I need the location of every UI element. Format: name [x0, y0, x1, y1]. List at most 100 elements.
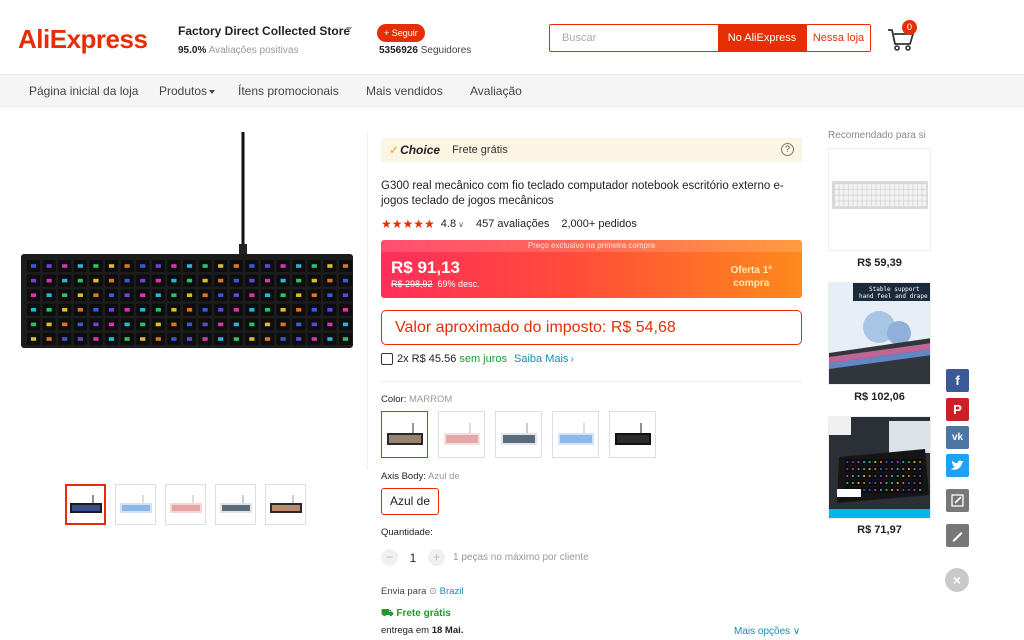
key-backlight — [280, 278, 286, 283]
recommended-item[interactable] — [828, 416, 931, 519]
color-swatch[interactable] — [609, 411, 656, 458]
key-backlight — [171, 337, 177, 341]
thumbnail[interactable] — [115, 484, 156, 525]
thumbnail[interactable] — [265, 484, 306, 525]
key-backlight — [879, 482, 882, 484]
close-icon[interactable]: × — [945, 568, 969, 592]
key-backlight — [902, 475, 905, 477]
key-backlight — [264, 293, 271, 297]
key-backlight — [863, 475, 866, 477]
key-backlight — [249, 278, 255, 283]
thumbnail[interactable] — [215, 484, 256, 525]
color-swatch[interactable] — [438, 411, 485, 458]
price-banner: Preço exclusivo na primeira compra — [381, 240, 802, 252]
key-backlight — [896, 475, 899, 477]
key-backlight — [846, 461, 849, 463]
key-backlight — [233, 337, 239, 341]
key-backlight — [896, 489, 899, 491]
keyboard-key — [839, 184, 844, 189]
nav-item-products[interactable]: Produtos — [159, 84, 216, 98]
quantity-value[interactable]: 1 — [398, 551, 428, 565]
key-backlight — [342, 264, 349, 268]
keyboard-key — [862, 189, 867, 195]
key-backlight — [919, 489, 922, 491]
thumbnail[interactable] — [165, 484, 206, 525]
chevron-down-icon[interactable]: ∨ — [458, 220, 464, 229]
key-backlight — [140, 278, 146, 283]
key-backlight — [863, 482, 866, 484]
color-swatch[interactable] — [381, 411, 428, 458]
key-backlight — [885, 468, 888, 470]
nav-item-promotions[interactable]: Ítens promocionais — [238, 84, 339, 98]
vk-share-button[interactable]: vk — [946, 426, 969, 449]
followers-count: 5356926 Seguidores — [379, 45, 471, 56]
reviews-count[interactable]: 457 avaliações — [476, 218, 549, 230]
learn-more-link[interactable]: Saiba Mais — [514, 353, 568, 365]
thumbnail-strip — [65, 484, 306, 525]
keyboard-image — [21, 132, 353, 348]
recommended-item[interactable] — [828, 148, 931, 251]
twitter-share-button[interactable] — [946, 454, 969, 477]
key-backlight — [171, 264, 177, 268]
follow-button[interactable]: + Seguir — [377, 24, 425, 42]
store-name[interactable]: Factory Direct Collected Store — [178, 24, 350, 38]
key-backlight — [896, 461, 899, 463]
key-backlight — [46, 322, 52, 327]
key-backlight — [280, 322, 286, 327]
key-backlight — [155, 322, 161, 327]
first-purchase-offer: Oferta 1ª compra — [731, 264, 773, 290]
key-backlight — [311, 322, 317, 327]
nav-item-home[interactable]: Página inicial da loja — [29, 84, 138, 98]
keyboard-key — [835, 184, 839, 189]
key-backlight — [186, 278, 193, 283]
key-backlight — [280, 337, 286, 341]
pencil-button[interactable] — [946, 524, 969, 547]
search-aliexpress-button[interactable]: No AliExpress — [718, 25, 806, 51]
keyboard-key — [917, 195, 922, 201]
key-backlight — [907, 461, 910, 463]
banner-line-1: Stable support — [869, 286, 920, 293]
key-backlight — [913, 468, 916, 470]
keyboard-key — [862, 184, 867, 189]
nav-item-bestsellers[interactable]: Mais vendidos — [366, 84, 443, 98]
key-backlight — [327, 337, 333, 341]
product-main-image[interactable] — [13, 132, 368, 470]
rating-value[interactable]: 4.8 — [441, 218, 456, 230]
key-backlight — [327, 278, 333, 283]
thumbnail[interactable] — [65, 484, 106, 525]
key-backlight — [202, 264, 208, 268]
help-icon[interactable]: ? — [781, 143, 794, 156]
key-backlight — [863, 489, 866, 491]
axis-body-option[interactable]: Azul de — [381, 488, 439, 515]
key-backlight — [155, 278, 161, 283]
search-store-button[interactable]: Nessa loja — [806, 25, 870, 51]
aliexpress-logo[interactable]: AliExpress — [18, 24, 148, 55]
key-backlight — [249, 293, 255, 297]
chevron-right-icon[interactable]: › — [570, 354, 573, 365]
pinterest-share-button[interactable]: P — [946, 398, 969, 421]
quantity-increase-button[interactable]: + — [428, 549, 445, 566]
facebook-share-button[interactable]: f — [946, 369, 969, 392]
color-swatch[interactable] — [552, 411, 599, 458]
nav-item-reviews[interactable]: Avaliação — [470, 84, 522, 98]
color-swatch[interactable] — [495, 411, 542, 458]
key-backlight — [124, 278, 130, 283]
chevron-down-icon[interactable] — [346, 27, 352, 31]
edit-button[interactable] — [946, 489, 969, 512]
key-backlight — [342, 337, 349, 341]
key-backlight — [327, 322, 333, 327]
keyboard-key — [922, 189, 927, 195]
key-backlight — [868, 489, 871, 491]
key-backlight — [93, 264, 99, 268]
recommended-item[interactable]: Stable support hand feel and drape — [828, 282, 931, 385]
delivery-prefix: entrega em — [381, 625, 430, 636]
key-backlight — [868, 461, 871, 463]
key-backlight — [342, 308, 349, 312]
more-shipping-options[interactable]: Mais opções ∨ — [734, 626, 800, 637]
orders-count: 2,000+ pedidos — [561, 218, 637, 230]
ship-to-location[interactable]: Brazil — [440, 586, 464, 597]
search-input[interactable] — [550, 25, 718, 51]
key-backlight — [885, 482, 888, 484]
key-backlight — [77, 293, 83, 297]
quantity-decrease-button[interactable]: − — [381, 549, 398, 566]
